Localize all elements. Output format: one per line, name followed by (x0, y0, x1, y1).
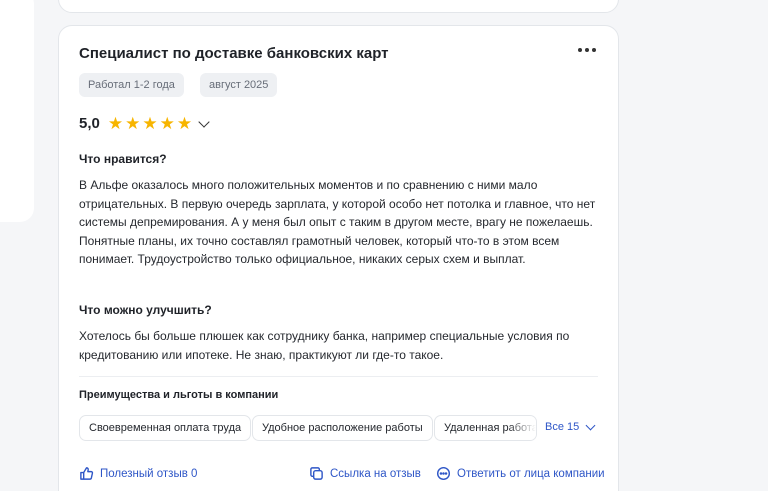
benefits-all-label: Все 15 (545, 421, 580, 433)
rating-value: 5,0 (79, 115, 100, 132)
benefits-heading: Преимущества и льготы в компании (79, 389, 279, 401)
review-title: Специалист по доставке банковских карт (79, 45, 389, 62)
more-icon[interactable] (578, 43, 596, 57)
likes-heading: Что нравится? (79, 152, 167, 166)
useful-label: Полезный отзыв 0 (100, 467, 198, 480)
link-label: Ссылка на отзыв (330, 467, 421, 480)
star-icon: ★ (142, 114, 158, 133)
rating[interactable]: 5,0 ★ ★ ★ ★ ★ (79, 114, 210, 133)
benefits-all-button[interactable]: Все 15 (545, 420, 596, 433)
thumbs-up-icon (80, 467, 94, 480)
star-icon: ★ (159, 114, 175, 133)
reply-icon (436, 466, 451, 481)
improve-text: Хотелось бы больше плюшек как сотруднику… (79, 329, 570, 362)
copy-icon (310, 467, 323, 480)
benefit-chip[interactable]: Удобное расположение работы (252, 415, 433, 441)
link-button[interactable]: Ссылка на отзыв (309, 466, 421, 481)
divider (79, 376, 598, 377)
reply-button[interactable]: Ответить от лица компании (436, 466, 605, 481)
likes-text: В Альфе оказалось много положительных мо… (79, 178, 596, 266)
previous-review-card (58, 0, 619, 13)
star-icon: ★ (176, 114, 193, 133)
side-stats-card: 355 542 968 309 (0, 0, 34, 222)
star-icon: ★ (107, 114, 124, 133)
reply-label: Ответить от лица компании (457, 467, 605, 480)
improve-heading: Что можно улучшить? (79, 303, 212, 317)
tag-date: август 2025 (200, 73, 278, 97)
chevron-down-icon[interactable] (198, 115, 210, 128)
chevron-down-icon (585, 420, 596, 430)
review-card: Специалист по доставке банковских карт Р… (58, 25, 619, 491)
benefit-chip[interactable]: Удаленная работа (434, 415, 537, 441)
benefit-chip[interactable]: Своевременная оплата труда (79, 415, 252, 441)
tag-experience: Работал 1-2 года (79, 73, 184, 97)
benefit-chip-label: Удаленная работа (444, 422, 537, 434)
useful-button[interactable]: Полезный отзыв 0 (79, 466, 197, 481)
star-icon: ★ (125, 114, 141, 133)
